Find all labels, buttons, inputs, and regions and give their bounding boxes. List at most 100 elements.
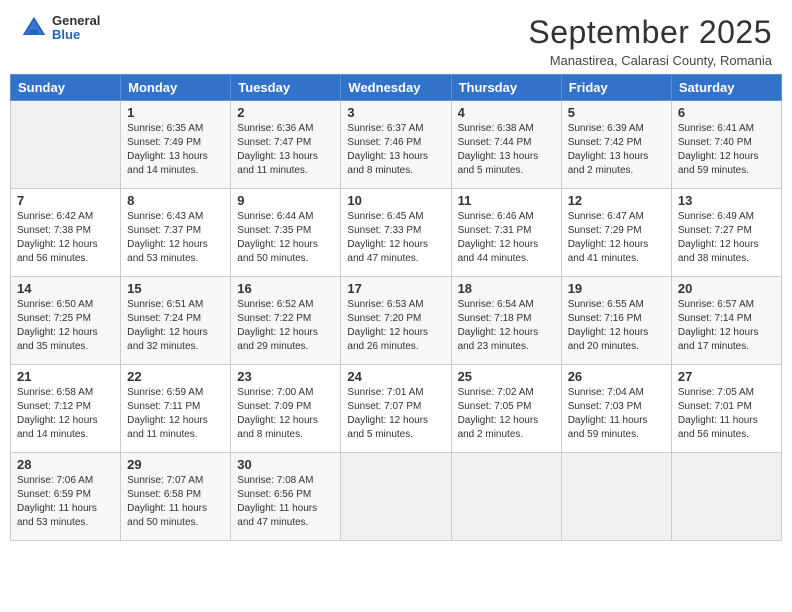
- day-number: 30: [237, 457, 334, 472]
- day-number: 16: [237, 281, 334, 296]
- logo-text: General Blue: [52, 14, 100, 43]
- calendar-cell: 11Sunrise: 6:46 AM Sunset: 7:31 PM Dayli…: [451, 189, 561, 277]
- calendar-cell: 5Sunrise: 6:39 AM Sunset: 7:42 PM Daylig…: [561, 101, 671, 189]
- cell-info: Sunrise: 6:49 AM Sunset: 7:27 PM Dayligh…: [678, 210, 775, 266]
- header-day-tuesday: Tuesday: [231, 75, 341, 101]
- day-number: 10: [347, 193, 444, 208]
- day-number: 9: [237, 193, 334, 208]
- day-number: 6: [678, 105, 775, 120]
- header-day-sunday: Sunday: [11, 75, 121, 101]
- day-number: 22: [127, 369, 224, 384]
- logo-blue-text: Blue: [52, 28, 100, 42]
- calendar-cell: 7 Sunrise: 6:42 AM Sunset: 7:38 PM Daylig…: [11, 189, 121, 277]
- cell-info: Sunrise: 6:39 AM Sunset: 7:42 PM Dayligh…: [568, 122, 665, 178]
- header: General Blue September 2025 Manastirea, …: [0, 0, 792, 74]
- cell-info: Sunrise: 7:06 AM Sunset: 6:59 PM Dayligh…: [17, 474, 114, 530]
- calendar-cell: 8 Sunrise: 6:43 AM Sunset: 7:37 PM Daylig…: [121, 189, 231, 277]
- cell-info: Sunrise: 7:08 AM Sunset: 6:56 PM Dayligh…: [237, 474, 334, 530]
- day-number: 1: [127, 105, 224, 120]
- calendar-cell: 12 Sunrise: 6:47 AM Sunset: 7:29 PM Dayli…: [561, 189, 671, 277]
- calendar-cell: 13 Sunrise: 6:49 AM Sunset: 7:27 PM Dayli…: [671, 189, 781, 277]
- calendar-cell: 21 Sunrise: 6:58 AM Sunset: 7:12 PM Dayli…: [11, 365, 121, 453]
- cell-info: Sunrise: 6:43 AM Sunset: 7:37 PM Dayligh…: [127, 210, 224, 266]
- calendar-cell: 28 Sunrise: 7:06 AM Sunset: 6:59 PM Dayli…: [11, 453, 121, 541]
- header-day-saturday: Saturday: [671, 75, 781, 101]
- day-number: 13: [678, 193, 775, 208]
- day-number: 2: [237, 105, 334, 120]
- calendar-cell: 16 Sunrise: 6:52 AM Sunset: 7:22 PM Dayli…: [231, 277, 341, 365]
- title-block: September 2025 Manastirea, Calarasi Coun…: [528, 14, 772, 68]
- cell-info: Sunrise: 6:55 AM Sunset: 7:16 PM Dayligh…: [568, 298, 665, 354]
- day-number: 12: [568, 193, 665, 208]
- calendar-cell: 3 Sunrise: 6:37 AM Sunset: 7:46 PM Daylig…: [341, 101, 451, 189]
- calendar-cell: 2 Sunrise: 6:36 AM Sunset: 7:47 PM Daylig…: [231, 101, 341, 189]
- header-day-monday: Monday: [121, 75, 231, 101]
- calendar-cell: 17 Sunrise: 6:53 AM Sunset: 7:20 PM Dayli…: [341, 277, 451, 365]
- week-row-1: 1Sunrise: 6:35 AM Sunset: 7:49 PM Daylig…: [11, 101, 782, 189]
- cell-info: Sunrise: 6:58 AM Sunset: 7:12 PM Dayligh…: [17, 386, 114, 442]
- cell-info: Sunrise: 6:53 AM Sunset: 7:20 PM Dayligh…: [347, 298, 444, 354]
- calendar-cell: [671, 453, 781, 541]
- cell-info: Sunrise: 7:07 AM Sunset: 6:58 PM Dayligh…: [127, 474, 224, 530]
- calendar-cell: [341, 453, 451, 541]
- day-number: 25: [458, 369, 555, 384]
- calendar-cell: 4 Sunrise: 6:38 AM Sunset: 7:44 PM Daylig…: [451, 101, 561, 189]
- day-number: 29: [127, 457, 224, 472]
- cell-info: Sunrise: 6:42 AM Sunset: 7:38 PM Dayligh…: [17, 210, 114, 266]
- calendar-cell: 27Sunrise: 7:05 AM Sunset: 7:01 PM Dayli…: [671, 365, 781, 453]
- day-number: 23: [237, 369, 334, 384]
- cell-info: Sunrise: 6:51 AM Sunset: 7:24 PM Dayligh…: [127, 298, 224, 354]
- day-number: 7: [17, 193, 114, 208]
- calendar-cell: 20 Sunrise: 6:57 AM Sunset: 7:14 PM Dayli…: [671, 277, 781, 365]
- day-number: 17: [347, 281, 444, 296]
- calendar-cell: 14 Sunrise: 6:50 AM Sunset: 7:25 PM Dayli…: [11, 277, 121, 365]
- logo: General Blue: [20, 14, 100, 43]
- calendar-cell: 26Sunrise: 7:04 AM Sunset: 7:03 PM Dayli…: [561, 365, 671, 453]
- calendar-cell: 22Sunrise: 6:59 AM Sunset: 7:11 PM Dayli…: [121, 365, 231, 453]
- day-number: 3: [347, 105, 444, 120]
- calendar-cell: 18Sunrise: 6:54 AM Sunset: 7:18 PM Dayli…: [451, 277, 561, 365]
- cell-info: Sunrise: 6:38 AM Sunset: 7:44 PM Dayligh…: [458, 122, 555, 178]
- header-row: SundayMondayTuesdayWednesdayThursdayFrid…: [11, 75, 782, 101]
- calendar-wrapper: SundayMondayTuesdayWednesdayThursdayFrid…: [0, 74, 792, 551]
- calendar-table: SundayMondayTuesdayWednesdayThursdayFrid…: [10, 74, 782, 541]
- cell-info: Sunrise: 6:37 AM Sunset: 7:46 PM Dayligh…: [347, 122, 444, 178]
- header-day-thursday: Thursday: [451, 75, 561, 101]
- cell-info: Sunrise: 6:36 AM Sunset: 7:47 PM Dayligh…: [237, 122, 334, 178]
- day-number: 21: [17, 369, 114, 384]
- day-number: 19: [568, 281, 665, 296]
- header-day-wednesday: Wednesday: [341, 75, 451, 101]
- month-title: September 2025: [528, 14, 772, 51]
- calendar-cell: 25 Sunrise: 7:02 AM Sunset: 7:05 PM Dayli…: [451, 365, 561, 453]
- calendar-cell: 24 Sunrise: 7:01 AM Sunset: 7:07 PM Dayli…: [341, 365, 451, 453]
- day-number: 28: [17, 457, 114, 472]
- calendar-cell: 19 Sunrise: 6:55 AM Sunset: 7:16 PM Dayli…: [561, 277, 671, 365]
- header-day-friday: Friday: [561, 75, 671, 101]
- cell-info: Sunrise: 6:57 AM Sunset: 7:14 PM Dayligh…: [678, 298, 775, 354]
- page: General Blue September 2025 Manastirea, …: [0, 0, 792, 612]
- day-number: 4: [458, 105, 555, 120]
- cell-info: Sunrise: 7:02 AM Sunset: 7:05 PM Dayligh…: [458, 386, 555, 442]
- cell-info: Sunrise: 6:50 AM Sunset: 7:25 PM Dayligh…: [17, 298, 114, 354]
- cell-info: Sunrise: 7:01 AM Sunset: 7:07 PM Dayligh…: [347, 386, 444, 442]
- day-number: 24: [347, 369, 444, 384]
- cell-info: Sunrise: 6:45 AM Sunset: 7:33 PM Dayligh…: [347, 210, 444, 266]
- week-row-5: 28 Sunrise: 7:06 AM Sunset: 6:59 PM Dayli…: [11, 453, 782, 541]
- calendar-cell: [11, 101, 121, 189]
- day-number: 20: [678, 281, 775, 296]
- cell-info: Sunrise: 6:47 AM Sunset: 7:29 PM Dayligh…: [568, 210, 665, 266]
- calendar-cell: 23Sunrise: 7:00 AM Sunset: 7:09 PM Dayli…: [231, 365, 341, 453]
- day-number: 27: [678, 369, 775, 384]
- day-number: 14: [17, 281, 114, 296]
- calendar-cell: 1Sunrise: 6:35 AM Sunset: 7:49 PM Daylig…: [121, 101, 231, 189]
- day-number: 26: [568, 369, 665, 384]
- week-row-2: 7 Sunrise: 6:42 AM Sunset: 7:38 PM Daylig…: [11, 189, 782, 277]
- location: Manastirea, Calarasi County, Romania: [528, 53, 772, 68]
- cell-info: Sunrise: 6:52 AM Sunset: 7:22 PM Dayligh…: [237, 298, 334, 354]
- day-number: 8: [127, 193, 224, 208]
- calendar-cell: 29 Sunrise: 7:07 AM Sunset: 6:58 PM Dayli…: [121, 453, 231, 541]
- calendar-cell: 15 Sunrise: 6:51 AM Sunset: 7:24 PM Dayli…: [121, 277, 231, 365]
- calendar-cell: 9Sunrise: 6:44 AM Sunset: 7:35 PM Daylig…: [231, 189, 341, 277]
- cell-info: Sunrise: 6:46 AM Sunset: 7:31 PM Dayligh…: [458, 210, 555, 266]
- day-number: 15: [127, 281, 224, 296]
